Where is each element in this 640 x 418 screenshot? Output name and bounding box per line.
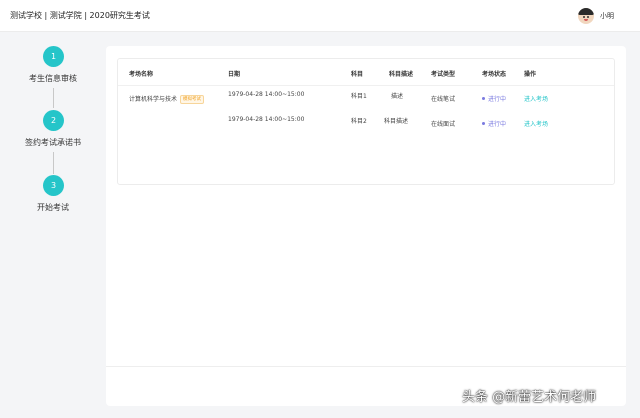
avatar-hair xyxy=(578,8,594,15)
page-title: 测试学校 | 测试学院 | 2020研究生考试 xyxy=(10,11,150,20)
step-2-label: 签约考试承诺书 xyxy=(25,138,81,147)
row-1-status: 进行中 xyxy=(482,94,506,103)
row-2-subject: 科目2 xyxy=(351,118,367,125)
step-1-circle: 1 xyxy=(43,46,64,67)
watermark: 头条 @新蕾艺术何老师 xyxy=(462,390,597,405)
step-3-circle: 3 xyxy=(43,175,64,196)
col-header-exam-type: 考试类型 xyxy=(431,71,456,78)
avatar[interactable] xyxy=(578,8,594,24)
row-1-status-text: 进行中 xyxy=(488,96,507,103)
row-1-desc: 描述 xyxy=(391,93,404,100)
col-header-subject: 科目 xyxy=(351,71,364,78)
step-connector-1 xyxy=(53,88,54,108)
step-connector-2 xyxy=(53,152,54,174)
step-2-circle: 2 xyxy=(43,110,64,131)
avatar-mouth xyxy=(584,19,588,21)
step-3-label: 开始考试 xyxy=(37,203,69,212)
row-2-date: 1979-04-28 14:00~15:00 xyxy=(228,116,305,123)
user-name: 小明 xyxy=(600,12,614,20)
user-menu[interactable]: 小明 xyxy=(578,7,614,25)
col-header-date: 日期 xyxy=(228,71,241,78)
status-dot-icon xyxy=(482,97,485,100)
top-bar: 测试学校 | 测试学院 | 2020研究生考试 小明 xyxy=(0,0,640,32)
exam-tag-badge: 模拟考试 xyxy=(180,95,205,104)
panel-footer-divider xyxy=(106,366,626,367)
step-1-label: 考生信息审核 xyxy=(29,74,77,83)
main-panel: 考场名称 日期 科目 科目描述 考试类型 考场状态 操作 计算机科学与技术 模拟考… xyxy=(106,46,626,406)
exam-name: 计算机科学与技术 xyxy=(129,96,178,103)
row-2-type: 在线面试 xyxy=(431,121,456,128)
status-dot-icon xyxy=(482,122,485,125)
row-1-date: 1979-04-28 14:00~15:00 xyxy=(228,91,305,98)
row-2-desc: 科目描述 xyxy=(384,118,409,125)
col-header-subject-desc: 科目描述 xyxy=(389,71,414,78)
avatar-eye-right xyxy=(587,16,589,18)
avatar-eye-left xyxy=(583,16,585,18)
exam-name-cell: 计算机科学与技术 模拟考试 xyxy=(129,94,205,104)
row-1-subject: 科目1 xyxy=(351,93,367,100)
row-2-status-text: 进行中 xyxy=(488,121,507,128)
row-1-enter-button[interactable]: 进入考场 xyxy=(524,94,548,103)
col-header-status: 考场状态 xyxy=(482,71,507,78)
exam-table: 考场名称 日期 科目 科目描述 考试类型 考场状态 操作 计算机科学与技术 模拟考… xyxy=(117,58,615,185)
col-header-exam-name: 考场名称 xyxy=(129,71,154,78)
row-1-type: 在线笔试 xyxy=(431,96,456,103)
col-header-action: 操作 xyxy=(524,71,537,78)
row-2-enter-button[interactable]: 进入考场 xyxy=(524,119,548,128)
header-divider xyxy=(118,85,614,86)
row-2-status: 进行中 xyxy=(482,119,506,128)
